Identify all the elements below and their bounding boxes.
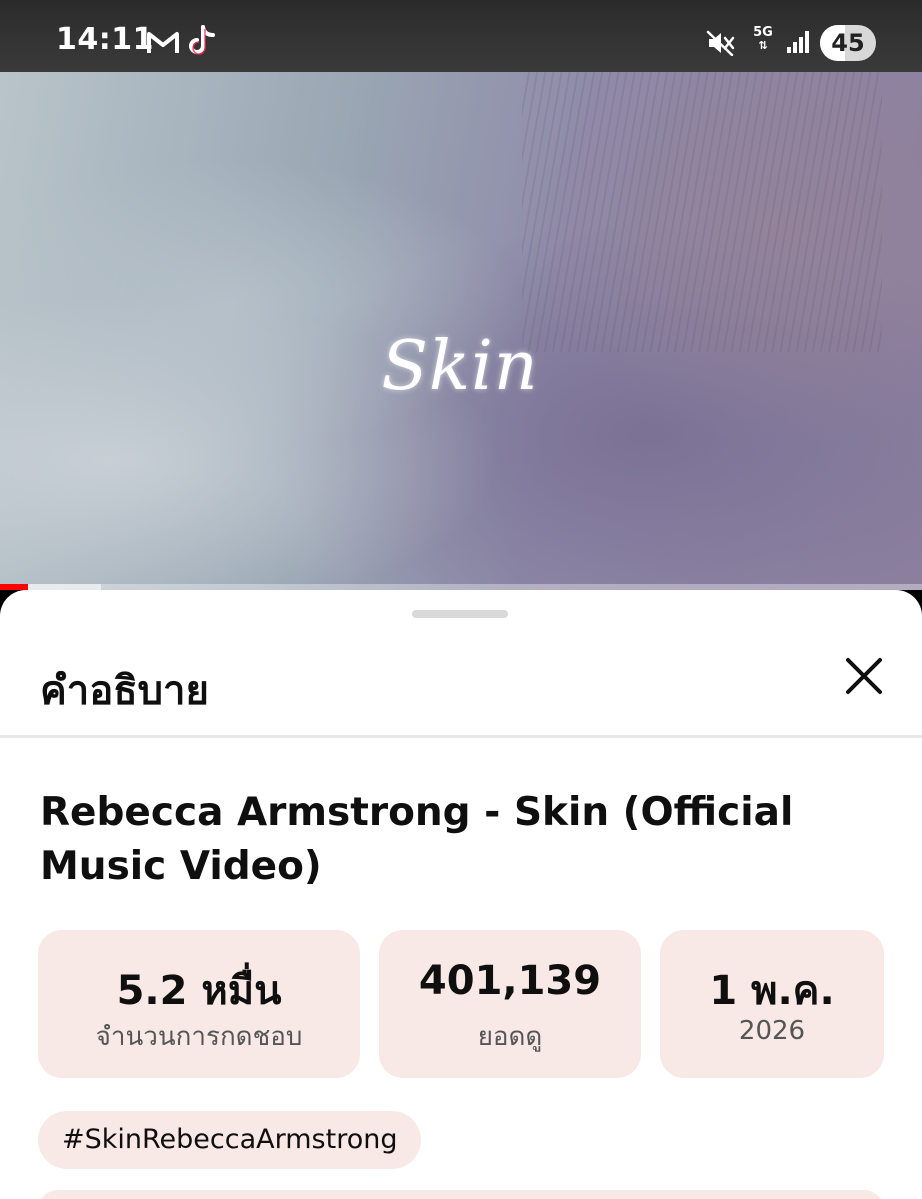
gmail-icon: [147, 32, 179, 53]
signal-icon: [787, 31, 809, 53]
next-chip: [38, 1190, 884, 1199]
sheet-title: คำอธิบาย: [40, 668, 209, 714]
views-label: ยอดดู: [477, 1022, 543, 1052]
mute-icon: [706, 30, 735, 56]
upload-date-stat: 1 พ.ค. 2026: [660, 930, 884, 1078]
status-time: 14:11: [56, 22, 154, 57]
hashtag-link[interactable]: #SkinRebeccaArmstrong: [38, 1111, 422, 1169]
sheet-drag-handle[interactable]: [412, 610, 508, 618]
app-screen: 14:11 5G ⇅ 45 Skin คำอธิบาย Rebecca Arms…: [0, 0, 922, 1199]
video-overlay-title: Skin: [381, 327, 539, 406]
tiktok-icon: [189, 25, 215, 55]
network-5g-label: 5G ⇅: [753, 25, 773, 52]
likes-label: จำนวนการกดชอบ: [95, 1022, 303, 1052]
likes-stat: 5.2 หมื่น จำนวนการกดชอบ: [38, 930, 360, 1078]
status-bar: 14:11 5G ⇅ 45: [0, 0, 922, 72]
views-stat: 401,139 ยอดดู: [379, 930, 641, 1078]
battery-icon: 45: [820, 25, 876, 61]
video-player[interactable]: Skin: [0, 72, 922, 590]
upload-date: 1 พ.ค.: [709, 968, 835, 1014]
divider: [0, 735, 922, 738]
upload-year: 2026: [738, 1016, 806, 1046]
video-title: Rebecca Armstrong - Skin (Official Music…: [40, 790, 794, 889]
close-icon[interactable]: [838, 650, 890, 702]
likes-count: 5.2 หมื่น: [116, 968, 282, 1014]
views-count: 401,139: [418, 958, 602, 1004]
description-sheet: คำอธิบาย Rebecca Armstrong - Skin (Offic…: [0, 590, 922, 1199]
video-frame-texture: [522, 72, 882, 352]
